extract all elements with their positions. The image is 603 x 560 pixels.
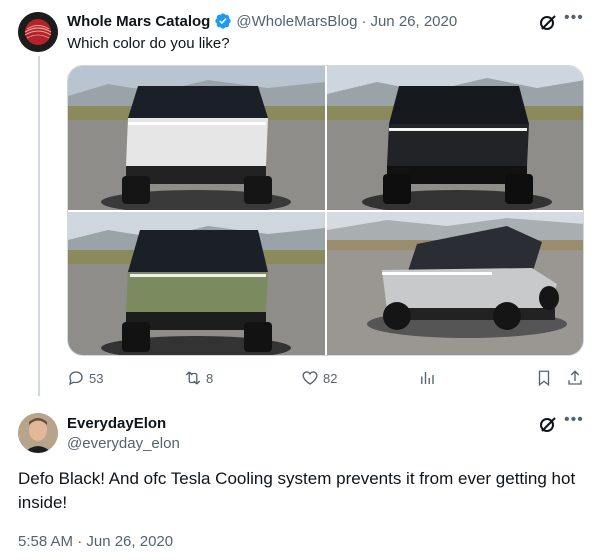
reply-author-handle[interactable]: @everyday_elon xyxy=(67,435,180,452)
more-horizontal-icon[interactable]: ••• xyxy=(564,10,584,30)
retweet-icon xyxy=(185,371,201,385)
share-icon xyxy=(568,370,582,385)
media-image-white-truck[interactable] xyxy=(68,66,325,210)
reply-avatar[interactable] xyxy=(18,413,58,453)
like-count: 82 xyxy=(323,370,338,386)
reply-button[interactable]: 53 xyxy=(67,369,103,387)
reply-icon xyxy=(69,371,83,386)
media-image-silver-truck[interactable] xyxy=(327,212,583,355)
bookmark-icon xyxy=(538,370,550,387)
tweet-text: Which color do you like? xyxy=(67,35,230,52)
tweet-actions: 53 8 82 xyxy=(0,369,603,391)
reply-author-name[interactable]: EverydayElon xyxy=(67,415,166,432)
original-tweet[interactable]: Whole Mars Catalog @WholeMarsBlog · Jun … xyxy=(0,0,603,400)
reply-text: Defo Black! And ofc Tesla Cooling system… xyxy=(18,469,576,512)
grok-icon[interactable] xyxy=(538,414,558,434)
tweet-header: Whole Mars Catalog @WholeMarsBlog · Jun … xyxy=(67,11,457,31)
retweet-count: 8 xyxy=(206,370,214,386)
heart-icon xyxy=(302,371,318,385)
verified-badge-icon xyxy=(215,13,232,29)
media-grid[interactable] xyxy=(67,65,584,356)
more-horizontal-icon[interactable]: ••• xyxy=(564,412,584,432)
share-button[interactable] xyxy=(566,369,584,387)
media-image-green-truck[interactable] xyxy=(68,212,325,355)
analytics-icon xyxy=(421,372,434,384)
reply-count: 53 xyxy=(89,370,104,386)
separator-dot: · xyxy=(361,12,367,30)
media-image-black-truck[interactable] xyxy=(327,66,583,210)
bookmark-button[interactable] xyxy=(535,369,553,387)
tweet-date[interactable]: Jun 26, 2020 xyxy=(370,13,457,30)
like-button[interactable]: 82 xyxy=(301,369,337,387)
avatar[interactable] xyxy=(18,12,58,52)
author-name[interactable]: Whole Mars Catalog xyxy=(67,13,210,30)
retweet-button[interactable]: 8 xyxy=(184,369,213,387)
views-button[interactable] xyxy=(418,369,436,387)
reply-timestamp[interactable]: 5:58 AM · Jun 26, 2020 xyxy=(18,533,173,550)
grok-icon[interactable] xyxy=(538,12,558,32)
author-handle[interactable]: @WholeMarsBlog xyxy=(236,13,357,30)
